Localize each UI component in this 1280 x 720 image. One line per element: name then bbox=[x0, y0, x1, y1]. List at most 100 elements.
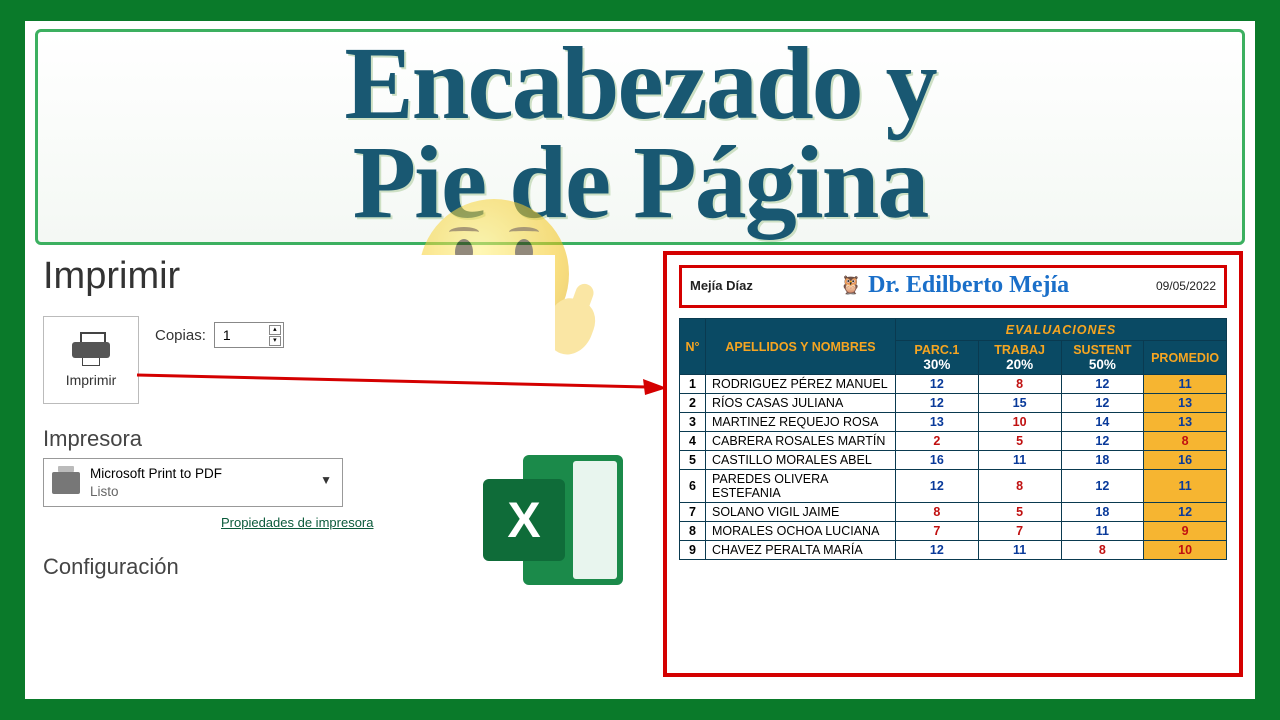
cell-prom: 16 bbox=[1144, 451, 1227, 470]
cell-name: CABRERA ROSALES MARTÍN bbox=[706, 432, 896, 451]
print-heading: Imprimir bbox=[43, 255, 555, 298]
col-names-header: APELLIDOS Y NOMBRES bbox=[706, 319, 896, 375]
cell-prom: 8 bbox=[1144, 432, 1227, 451]
printer-icon bbox=[72, 332, 110, 366]
cell-prom: 12 bbox=[1144, 503, 1227, 522]
table-row: 7SOLANO VIGIL JAIME851812 bbox=[680, 503, 1227, 522]
cell-sust: 11 bbox=[1061, 522, 1144, 541]
cell-name: CASTILLO MORALES ABEL bbox=[706, 451, 896, 470]
copies-value: 1 bbox=[223, 327, 231, 343]
cell-name: RODRIGUEZ PÉREZ MANUEL bbox=[706, 375, 896, 394]
cell-sust: 12 bbox=[1061, 394, 1144, 413]
printer-properties-link[interactable]: Propiedades de impresora bbox=[221, 515, 373, 530]
table-row: 6PAREDES OLIVERA ESTEFANIA1281211 bbox=[680, 470, 1227, 503]
app-frame: Encabezado y Pie de Página Imprimir Impr… bbox=[22, 18, 1258, 702]
cell-trab: 10 bbox=[978, 413, 1061, 432]
cell-name: RÍOS CASAS JULIANA bbox=[706, 394, 896, 413]
print-backstage-panel: Imprimir Imprimir Copias: 1 ▴ ▾ bbox=[35, 255, 555, 685]
cell-trab: 8 bbox=[978, 375, 1061, 394]
cell-parc: 12 bbox=[896, 394, 979, 413]
cell-n: 7 bbox=[680, 503, 706, 522]
cell-trab: 8 bbox=[978, 470, 1061, 503]
cell-parc: 12 bbox=[896, 375, 979, 394]
printer-name: Microsoft Print to PDF bbox=[90, 465, 222, 483]
grades-table: N° APELLIDOS Y NOMBRES EVALUACIONES PARC… bbox=[679, 318, 1227, 560]
cell-parc: 13 bbox=[896, 413, 979, 432]
cell-prom: 10 bbox=[1144, 541, 1227, 560]
header-left-text: Mejía Díaz bbox=[690, 278, 753, 293]
cell-prom: 9 bbox=[1144, 522, 1227, 541]
cell-name: PAREDES OLIVERA ESTEFANIA bbox=[706, 470, 896, 503]
table-row: 5CASTILLO MORALES ABEL16111816 bbox=[680, 451, 1227, 470]
cell-prom: 13 bbox=[1144, 394, 1227, 413]
cell-n: 9 bbox=[680, 541, 706, 560]
print-preview-panel: Mejía Díaz 🦉 Dr. Edilberto Mejía 09/05/2… bbox=[663, 251, 1243, 677]
print-button-label: Imprimir bbox=[66, 372, 117, 388]
printer-section-heading: Impresora bbox=[43, 426, 555, 452]
cell-parc: 7 bbox=[896, 522, 979, 541]
configuration-section-heading: Configuración bbox=[43, 554, 555, 580]
chevron-down-icon: ▼ bbox=[320, 473, 332, 487]
cell-sust: 18 bbox=[1061, 451, 1144, 470]
table-row: 2RÍOS CASAS JULIANA12151213 bbox=[680, 394, 1227, 413]
excel-app-icon: X bbox=[483, 445, 633, 595]
cell-sust: 14 bbox=[1061, 413, 1144, 432]
header-center-text: Dr. Edilberto Mejía bbox=[868, 272, 1069, 299]
cell-name: CHAVEZ PERALTA MARÍA bbox=[706, 541, 896, 560]
table-row: 1RODRIGUEZ PÉREZ MANUEL1281211 bbox=[680, 375, 1227, 394]
cell-trab: 7 bbox=[978, 522, 1061, 541]
cell-n: 5 bbox=[680, 451, 706, 470]
cell-trab: 5 bbox=[978, 432, 1061, 451]
cell-n: 2 bbox=[680, 394, 706, 413]
copies-decrement-button[interactable]: ▾ bbox=[269, 336, 281, 346]
cell-name: MORALES OCHOA LUCIANA bbox=[706, 522, 896, 541]
owl-icon: 🦉 bbox=[840, 275, 862, 296]
table-row: 3MARTINEZ REQUEJO ROSA13101413 bbox=[680, 413, 1227, 432]
col-evaluations-header: EVALUACIONES bbox=[896, 319, 1227, 341]
title-line-1: Encabezado y bbox=[344, 35, 935, 134]
cell-prom: 13 bbox=[1144, 413, 1227, 432]
cell-prom: 11 bbox=[1144, 470, 1227, 503]
cell-parc: 12 bbox=[896, 541, 979, 560]
printer-device-icon bbox=[52, 472, 80, 494]
copies-increment-button[interactable]: ▴ bbox=[269, 325, 281, 335]
copies-label: Copias: bbox=[155, 327, 206, 344]
cell-parc: 16 bbox=[896, 451, 979, 470]
title-banner: Encabezado y Pie de Página bbox=[35, 29, 1245, 245]
table-row: 8MORALES OCHOA LUCIANA77119 bbox=[680, 522, 1227, 541]
col-sust-header: SUSTENT50% bbox=[1061, 341, 1144, 375]
cell-sust: 12 bbox=[1061, 470, 1144, 503]
content-area: Imprimir Imprimir Copias: 1 ▴ ▾ bbox=[25, 245, 1255, 685]
col-number-header: N° bbox=[680, 319, 706, 375]
cell-trab: 15 bbox=[978, 394, 1061, 413]
print-button[interactable]: Imprimir bbox=[43, 316, 139, 404]
cell-n: 8 bbox=[680, 522, 706, 541]
cell-sust: 12 bbox=[1061, 432, 1144, 451]
cell-n: 1 bbox=[680, 375, 706, 394]
table-row: 4CABRERA ROSALES MARTÍN25128 bbox=[680, 432, 1227, 451]
cell-parc: 8 bbox=[896, 503, 979, 522]
cell-trab: 11 bbox=[978, 541, 1061, 560]
cell-prom: 11 bbox=[1144, 375, 1227, 394]
copies-input[interactable]: 1 ▴ ▾ bbox=[214, 322, 284, 348]
col-parc-header: PARC.130% bbox=[896, 341, 979, 375]
col-trab-header: TRABAJ20% bbox=[978, 341, 1061, 375]
col-prom-header: PROMEDIO bbox=[1144, 341, 1227, 375]
header-date-text: 09/05/2022 bbox=[1156, 279, 1216, 293]
table-row: 9CHAVEZ PERALTA MARÍA1211810 bbox=[680, 541, 1227, 560]
cell-n: 3 bbox=[680, 413, 706, 432]
cell-sust: 12 bbox=[1061, 375, 1144, 394]
cell-name: MARTINEZ REQUEJO ROSA bbox=[706, 413, 896, 432]
cell-sust: 8 bbox=[1061, 541, 1144, 560]
cell-trab: 5 bbox=[978, 503, 1061, 522]
cell-sust: 18 bbox=[1061, 503, 1144, 522]
cell-parc: 12 bbox=[896, 470, 979, 503]
printer-dropdown[interactable]: Microsoft Print to PDF Listo ▼ bbox=[43, 458, 343, 507]
cell-name: SOLANO VIGIL JAIME bbox=[706, 503, 896, 522]
cell-n: 6 bbox=[680, 470, 706, 503]
printer-status: Listo bbox=[90, 483, 222, 501]
cell-trab: 11 bbox=[978, 451, 1061, 470]
page-header-region: Mejía Díaz 🦉 Dr. Edilberto Mejía 09/05/2… bbox=[679, 265, 1227, 308]
cell-n: 4 bbox=[680, 432, 706, 451]
cell-parc: 2 bbox=[896, 432, 979, 451]
